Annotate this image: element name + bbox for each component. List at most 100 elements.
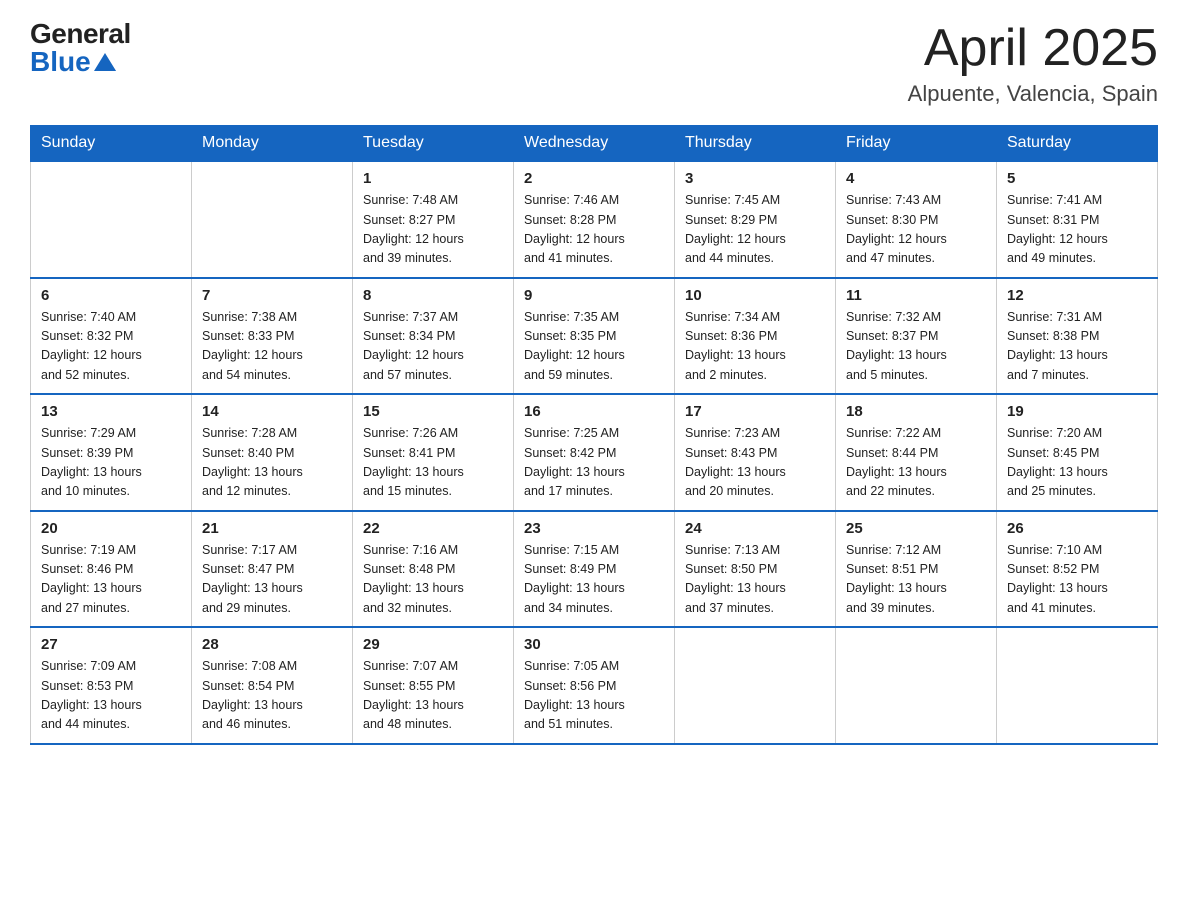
calendar-cell: 6 Sunrise: 7:40 AM Sunset: 8:32 PM Daylig… xyxy=(31,278,192,395)
day-number: 14 xyxy=(202,403,342,420)
weekday-header-wednesday: Wednesday xyxy=(514,126,675,162)
day-info: Sunrise: 7:28 AM Sunset: 8:40 PM Dayligh… xyxy=(202,424,342,502)
calendar-week-1: 1 Sunrise: 7:48 AM Sunset: 8:27 PM Daylig… xyxy=(31,161,1158,278)
day-info: Sunrise: 7:16 AM Sunset: 8:48 PM Dayligh… xyxy=(363,541,503,619)
day-info: Sunrise: 7:35 AM Sunset: 8:35 PM Dayligh… xyxy=(524,308,664,386)
day-number: 2 xyxy=(524,170,664,187)
day-number: 23 xyxy=(524,520,664,537)
calendar-cell: 29Sunrise: 7:07 AM Sunset: 8:55 PM Dayli… xyxy=(353,627,514,744)
calendar-cell xyxy=(675,627,836,744)
day-number: 9 xyxy=(524,287,664,304)
day-number: 26 xyxy=(1007,520,1147,537)
day-number: 11 xyxy=(846,287,986,304)
calendar-cell: 22Sunrise: 7:16 AM Sunset: 8:48 PM Dayli… xyxy=(353,511,514,628)
day-info: Sunrise: 7:31 AM Sunset: 8:38 PM Dayligh… xyxy=(1007,308,1147,386)
weekday-header-row: SundayMondayTuesdayWednesdayThursdayFrid… xyxy=(31,126,1158,162)
logo-general-text: General xyxy=(30,20,131,48)
calendar-table: SundayMondayTuesdayWednesdayThursdayFrid… xyxy=(30,125,1158,745)
day-number: 6 xyxy=(41,287,181,304)
calendar-cell: 24 Sunrise: 7:13 AM Sunset: 8:50 PM Dayli… xyxy=(675,511,836,628)
day-info: Sunrise: 7:07 AM Sunset: 8:55 PM Dayligh… xyxy=(363,657,503,735)
calendar-cell: 8Sunrise: 7:37 AM Sunset: 8:34 PM Daylig… xyxy=(353,278,514,395)
day-number: 4 xyxy=(846,170,986,187)
title-block: April 2025 Alpuente, Valencia, Spain xyxy=(908,20,1158,107)
calendar-week-2: 6 Sunrise: 7:40 AM Sunset: 8:32 PM Daylig… xyxy=(31,278,1158,395)
calendar-cell: 3 Sunrise: 7:45 AM Sunset: 8:29 PM Daylig… xyxy=(675,161,836,278)
day-number: 24 xyxy=(685,520,825,537)
calendar-cell: 23 Sunrise: 7:15 AM Sunset: 8:49 PM Dayli… xyxy=(514,511,675,628)
day-info: Sunrise: 7:29 AM Sunset: 8:39 PM Dayligh… xyxy=(41,424,181,502)
day-info: Sunrise: 7:13 AM Sunset: 8:50 PM Dayligh… xyxy=(685,541,825,619)
logo-blue-text: Blue xyxy=(30,48,116,76)
weekday-header-monday: Monday xyxy=(192,126,353,162)
logo-icon xyxy=(94,53,116,71)
day-info: Sunrise: 7:15 AM Sunset: 8:49 PM Dayligh… xyxy=(524,541,664,619)
calendar-cell xyxy=(997,627,1158,744)
calendar-cell: 7Sunrise: 7:38 AM Sunset: 8:33 PM Daylig… xyxy=(192,278,353,395)
day-number: 20 xyxy=(41,520,181,537)
day-number: 13 xyxy=(41,403,181,420)
calendar-cell: 12Sunrise: 7:31 AM Sunset: 8:38 PM Dayli… xyxy=(997,278,1158,395)
day-info: Sunrise: 7:08 AM Sunset: 8:54 PM Dayligh… xyxy=(202,657,342,735)
calendar-title: April 2025 xyxy=(908,20,1158,77)
day-info: Sunrise: 7:40 AM Sunset: 8:32 PM Dayligh… xyxy=(41,308,181,386)
day-number: 7 xyxy=(202,287,342,304)
calendar-cell: 28 Sunrise: 7:08 AM Sunset: 8:54 PM Dayli… xyxy=(192,627,353,744)
page-header: General Blue April 2025 Alpuente, Valenc… xyxy=(30,20,1158,107)
day-number: 21 xyxy=(202,520,342,537)
calendar-location: Alpuente, Valencia, Spain xyxy=(908,81,1158,107)
weekday-header-sunday: Sunday xyxy=(31,126,192,162)
day-number: 30 xyxy=(524,636,664,653)
day-info: Sunrise: 7:12 AM Sunset: 8:51 PM Dayligh… xyxy=(846,541,986,619)
day-info: Sunrise: 7:48 AM Sunset: 8:27 PM Dayligh… xyxy=(363,191,503,269)
calendar-cell: 14 Sunrise: 7:28 AM Sunset: 8:40 PM Dayli… xyxy=(192,394,353,511)
calendar-cell: 16 Sunrise: 7:25 AM Sunset: 8:42 PM Dayli… xyxy=(514,394,675,511)
calendar-cell: 10Sunrise: 7:34 AM Sunset: 8:36 PM Dayli… xyxy=(675,278,836,395)
day-number: 5 xyxy=(1007,170,1147,187)
day-info: Sunrise: 7:46 AM Sunset: 8:28 PM Dayligh… xyxy=(524,191,664,269)
calendar-cell: 26 Sunrise: 7:10 AM Sunset: 8:52 PM Dayli… xyxy=(997,511,1158,628)
calendar-week-5: 27Sunrise: 7:09 AM Sunset: 8:53 PM Dayli… xyxy=(31,627,1158,744)
day-info: Sunrise: 7:05 AM Sunset: 8:56 PM Dayligh… xyxy=(524,657,664,735)
day-info: Sunrise: 7:22 AM Sunset: 8:44 PM Dayligh… xyxy=(846,424,986,502)
calendar-week-3: 13 Sunrise: 7:29 AM Sunset: 8:39 PM Dayli… xyxy=(31,394,1158,511)
day-number: 1 xyxy=(363,170,503,187)
day-number: 18 xyxy=(846,403,986,420)
weekday-header-friday: Friday xyxy=(836,126,997,162)
calendar-cell: 1 Sunrise: 7:48 AM Sunset: 8:27 PM Daylig… xyxy=(353,161,514,278)
weekday-header-saturday: Saturday xyxy=(997,126,1158,162)
calendar-cell: 2 Sunrise: 7:46 AM Sunset: 8:28 PM Daylig… xyxy=(514,161,675,278)
day-info: Sunrise: 7:26 AM Sunset: 8:41 PM Dayligh… xyxy=(363,424,503,502)
calendar-cell: 27Sunrise: 7:09 AM Sunset: 8:53 PM Dayli… xyxy=(31,627,192,744)
day-info: Sunrise: 7:34 AM Sunset: 8:36 PM Dayligh… xyxy=(685,308,825,386)
calendar-cell: 5Sunrise: 7:41 AM Sunset: 8:31 PM Daylig… xyxy=(997,161,1158,278)
day-number: 16 xyxy=(524,403,664,420)
calendar-cell: 9 Sunrise: 7:35 AM Sunset: 8:35 PM Daylig… xyxy=(514,278,675,395)
day-info: Sunrise: 7:19 AM Sunset: 8:46 PM Dayligh… xyxy=(41,541,181,619)
calendar-cell: 19Sunrise: 7:20 AM Sunset: 8:45 PM Dayli… xyxy=(997,394,1158,511)
calendar-cell: 13 Sunrise: 7:29 AM Sunset: 8:39 PM Dayli… xyxy=(31,394,192,511)
calendar-week-4: 20 Sunrise: 7:19 AM Sunset: 8:46 PM Dayli… xyxy=(31,511,1158,628)
day-number: 17 xyxy=(685,403,825,420)
calendar-cell xyxy=(836,627,997,744)
day-info: Sunrise: 7:37 AM Sunset: 8:34 PM Dayligh… xyxy=(363,308,503,386)
day-info: Sunrise: 7:45 AM Sunset: 8:29 PM Dayligh… xyxy=(685,191,825,269)
day-info: Sunrise: 7:09 AM Sunset: 8:53 PM Dayligh… xyxy=(41,657,181,735)
day-number: 28 xyxy=(202,636,342,653)
calendar-cell: 4 Sunrise: 7:43 AM Sunset: 8:30 PM Daylig… xyxy=(836,161,997,278)
day-info: Sunrise: 7:10 AM Sunset: 8:52 PM Dayligh… xyxy=(1007,541,1147,619)
calendar-cell xyxy=(192,161,353,278)
day-info: Sunrise: 7:20 AM Sunset: 8:45 PM Dayligh… xyxy=(1007,424,1147,502)
day-number: 3 xyxy=(685,170,825,187)
day-info: Sunrise: 7:23 AM Sunset: 8:43 PM Dayligh… xyxy=(685,424,825,502)
day-info: Sunrise: 7:25 AM Sunset: 8:42 PM Dayligh… xyxy=(524,424,664,502)
calendar-cell: 30 Sunrise: 7:05 AM Sunset: 8:56 PM Dayli… xyxy=(514,627,675,744)
calendar-cell: 25Sunrise: 7:12 AM Sunset: 8:51 PM Dayli… xyxy=(836,511,997,628)
day-number: 15 xyxy=(363,403,503,420)
calendar-cell: 20 Sunrise: 7:19 AM Sunset: 8:46 PM Dayli… xyxy=(31,511,192,628)
calendar-cell xyxy=(31,161,192,278)
day-info: Sunrise: 7:43 AM Sunset: 8:30 PM Dayligh… xyxy=(846,191,986,269)
logo: General Blue xyxy=(30,20,131,76)
day-info: Sunrise: 7:32 AM Sunset: 8:37 PM Dayligh… xyxy=(846,308,986,386)
day-info: Sunrise: 7:17 AM Sunset: 8:47 PM Dayligh… xyxy=(202,541,342,619)
